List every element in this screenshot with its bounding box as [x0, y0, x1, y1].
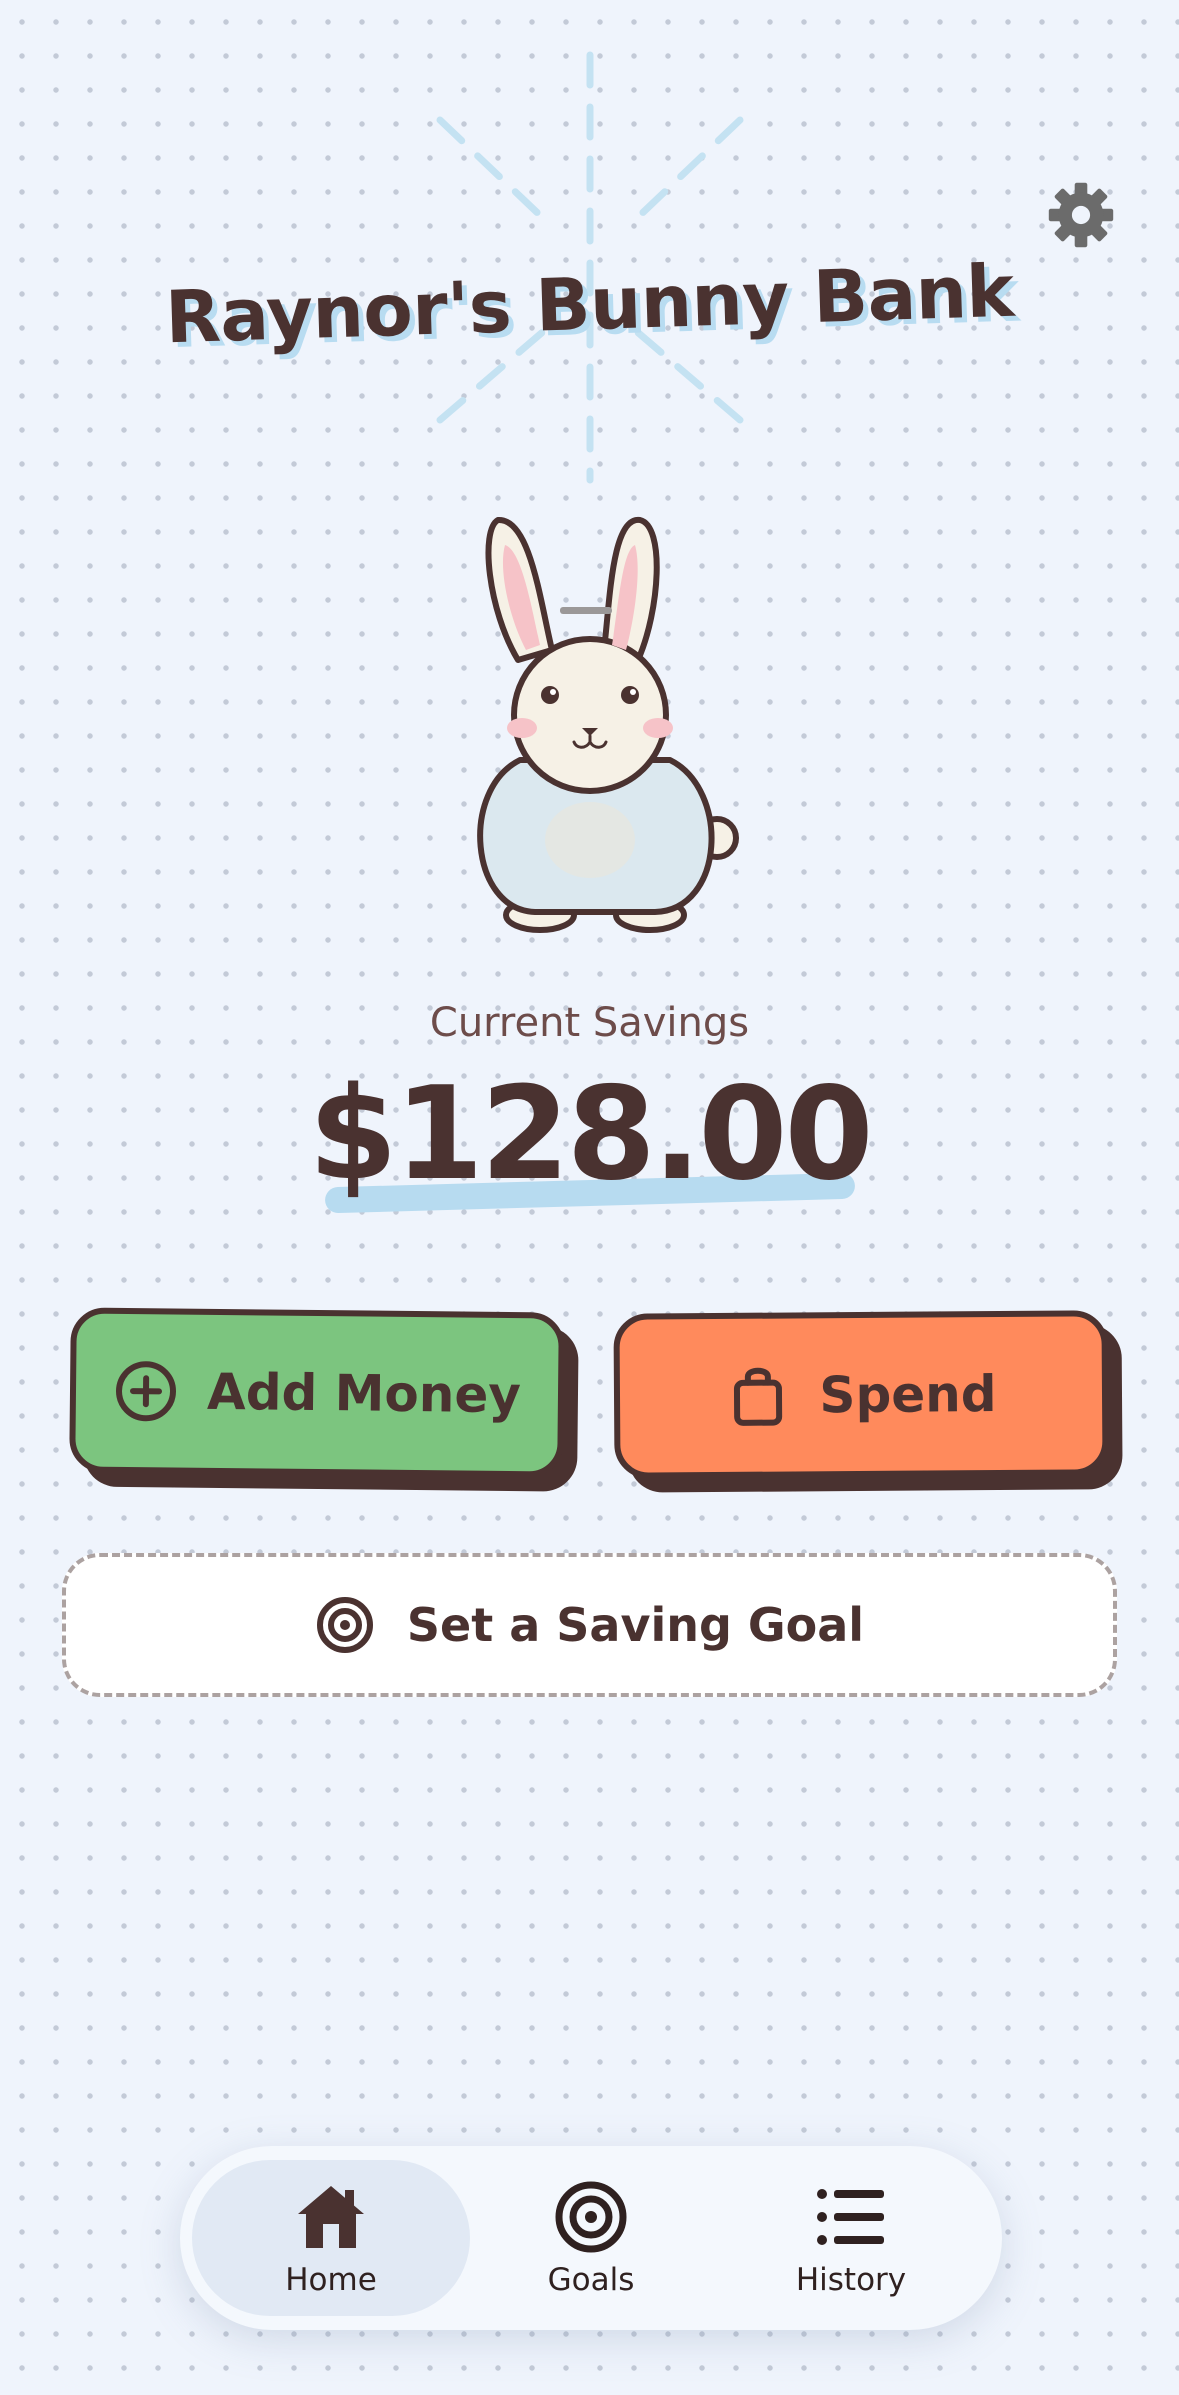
gear-icon[interactable]	[1046, 180, 1116, 250]
nav-label-goals: Goals	[547, 2262, 635, 2298]
spend-button[interactable]: Spend	[613, 1310, 1109, 1479]
bottom-navigation: Home Goals History	[180, 2146, 1002, 2330]
shopping-bag-icon	[734, 1367, 783, 1426]
set-saving-goal-label: Set a Saving Goal	[406, 1598, 865, 1652]
home-icon	[298, 2186, 364, 2248]
spend-label: Spend	[819, 1364, 997, 1424]
set-saving-goal-button[interactable]: Set a Saving Goal	[62, 1553, 1117, 1697]
nav-label-home: Home	[285, 2262, 377, 2298]
nav-item-goals[interactable]: Goals	[452, 2160, 730, 2316]
savings-amount-container: $128.00	[0, 1060, 1179, 1240]
bunny-piggy-bank-illustration	[477, 516, 739, 933]
add-money-label: Add Money	[206, 1362, 522, 1424]
nav-item-home[interactable]: Home	[192, 2160, 470, 2316]
nav-label-history: History	[795, 2262, 907, 2298]
current-savings-label: Current Savings	[429, 1000, 750, 1046]
savings-amount: $128.00	[308, 1060, 874, 1209]
plus-circle-icon	[116, 1360, 177, 1421]
target-icon	[555, 2181, 627, 2253]
nav-item-history[interactable]: History	[712, 2160, 990, 2316]
target-icon	[316, 1597, 373, 1653]
add-money-button[interactable]: Add Money	[69, 1307, 565, 1478]
list-icon	[817, 2189, 884, 2245]
